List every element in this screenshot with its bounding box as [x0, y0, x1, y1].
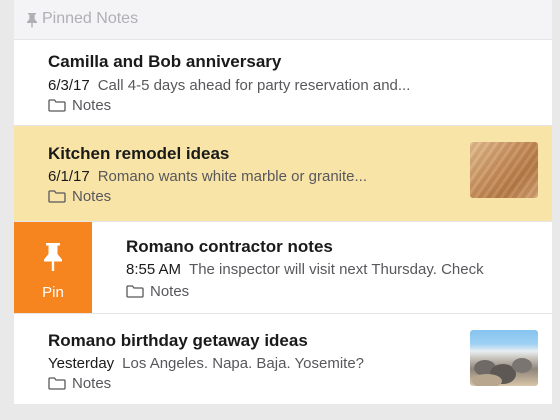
folder-icon — [126, 285, 144, 298]
note-row-selected[interactable]: Kitchen remodel ideas 6/1/17 Romano wants… — [14, 126, 552, 222]
note-date: 8:55 AM — [126, 261, 182, 278]
folder-icon — [48, 190, 66, 203]
note-title: Romano birthday getaway ideas — [48, 331, 308, 350]
folder-icon — [48, 377, 66, 390]
note-row-swiped[interactable]: Pin Romano contractor notes 8:55 AM The i… — [14, 222, 552, 314]
note-preview: Romano wants white marble or granite... — [97, 168, 368, 185]
note-preview: The inspector will visit next Thursday. … — [189, 261, 484, 278]
note-folder: Notes — [48, 188, 111, 205]
note-title: Kitchen remodel ideas — [48, 144, 230, 163]
section-title: Pinned Notes — [42, 10, 139, 27]
note-folder: Notes — [48, 375, 111, 392]
pin-action-label: Pin — [42, 284, 64, 301]
folder-icon — [48, 99, 66, 112]
note-meta: 6/3/17 Call 4-5 days ahead for party rese… — [48, 77, 518, 94]
note-preview: Call 4-5 days ahead for party reservatio… — [97, 77, 411, 94]
beach-thumbnail — [470, 330, 538, 386]
note-meta: 8:55 AM The inspector will visit next Thu… — [126, 261, 552, 278]
note-title: Romano contractor notes — [126, 237, 333, 256]
notes-list-panel: Pinned Notes Camilla and Bob anniversary… — [14, 0, 552, 404]
pin-icon — [44, 243, 62, 271]
note-meta: Yesterday Los Angeles. Napa. Baja. Yosemi… — [48, 355, 448, 372]
pinned-notes-header: Pinned Notes — [14, 0, 552, 40]
note-date: 6/3/17 — [48, 77, 90, 94]
note-date: 6/1/17 — [48, 168, 90, 185]
pin-action-button[interactable]: Pin — [14, 222, 92, 313]
note-folder-label: Notes — [72, 375, 112, 392]
note-folder: Notes — [126, 283, 189, 300]
wood-thumbnail — [470, 142, 538, 198]
note-folder-label: Notes — [72, 97, 112, 114]
note-meta: 6/1/17 Romano wants white marble or grani… — [48, 168, 448, 185]
note-folder-label: Notes — [150, 283, 190, 300]
note-date: Yesterday — [48, 355, 115, 372]
note-row[interactable]: Romano birthday getaway ideas Yesterday L… — [14, 314, 552, 404]
pin-icon — [27, 13, 37, 28]
swiped-note-content[interactable]: Romano contractor notes 8:55 AM The inspe… — [92, 222, 552, 313]
note-folder: Notes — [48, 97, 111, 114]
note-row[interactable]: Camilla and Bob anniversary 6/3/17 Call 4… — [14, 40, 552, 126]
note-folder-label: Notes — [72, 188, 112, 205]
note-preview: Los Angeles. Napa. Baja. Yosemite? — [122, 355, 365, 372]
note-title: Camilla and Bob anniversary — [48, 52, 282, 71]
